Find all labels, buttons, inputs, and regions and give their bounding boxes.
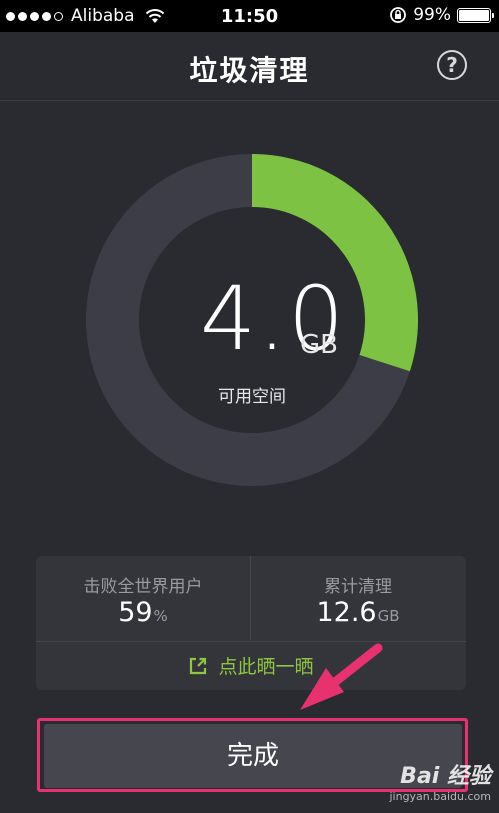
- watermark: Bai 经验 jingyan.baidu.com: [389, 758, 491, 803]
- cleaned-value-row: 12.6GB: [251, 597, 465, 628]
- rotation-lock-icon: [390, 7, 407, 23]
- available-unit: GB: [300, 330, 338, 360]
- share-label: 点此晒一晒: [218, 656, 314, 678]
- status-right: 99%: [389, 5, 494, 25]
- battery-icon: [457, 7, 494, 23]
- cleaned-stat: 累计清理 12.6GB: [251, 556, 465, 640]
- cleaned-unit: GB: [377, 607, 400, 625]
- cleaned-label: 累计清理: [324, 577, 392, 597]
- share-button[interactable]: 点此晒一晒: [36, 641, 466, 690]
- help-button[interactable]: ?: [437, 50, 467, 80]
- share-icon: [190, 657, 207, 674]
- defeat-value: 59: [118, 597, 153, 628]
- defeat-unit: %: [153, 607, 168, 625]
- battery-percent: 99%: [413, 5, 451, 25]
- storage-ring: 4.0 GB 可用空间: [86, 154, 419, 486]
- stats-card: 击败全世界用户 59% 累计清理 12.6GB 点此晒一晒: [36, 556, 466, 690]
- cleaned-value: 12.6: [316, 597, 377, 628]
- nav-header: 垃圾清理 ?: [0, 32, 499, 101]
- battery-fill: [459, 9, 489, 21]
- status-bar: Alibaba 11:50 99%: [0, 0, 499, 32]
- defeat-stat: 击败全世界用户 59%: [36, 556, 251, 640]
- watermark-url: jingyan.baidu.com: [389, 790, 491, 803]
- ring-center-content: 4.0 GB 可用空间: [86, 154, 418, 486]
- defeat-label: 击败全世界用户: [83, 577, 203, 597]
- share-content: 点此晒一晒: [36, 652, 466, 679]
- available-label: 可用空间: [218, 387, 286, 407]
- page-title: 垃圾清理: [189, 54, 310, 87]
- defeat-value-row: 59%: [36, 597, 250, 628]
- watermark-logo: Bai 经验: [400, 764, 491, 789]
